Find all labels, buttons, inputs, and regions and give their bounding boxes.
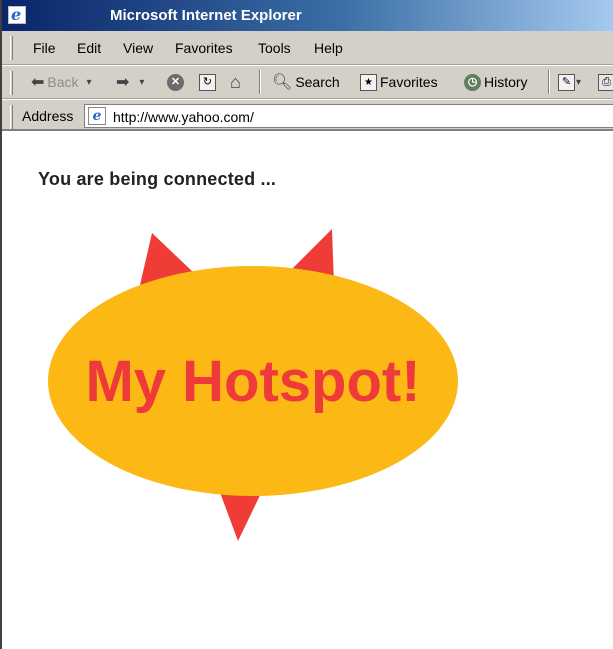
menu-edit[interactable]: Edit (77, 40, 101, 56)
back-label: Back (47, 74, 79, 90)
page-icon: e (88, 107, 106, 125)
menu-help[interactable]: Help (314, 40, 343, 56)
history-label: History (484, 74, 528, 90)
search-label: Search (295, 74, 340, 90)
address-url[interactable]: http://www.yahoo.com/ (113, 109, 254, 125)
print-icon: ⎙ (598, 73, 613, 91)
menu-tools[interactable]: Tools (258, 40, 291, 56)
forward-dropdown-icon[interactable]: ▾ (139, 74, 144, 91)
connecting-message: You are being connected ... (38, 169, 277, 189)
back-button[interactable]: ⬅ Back ▾ (31, 66, 92, 98)
title-bar: e Microsoft Internet Explorer (2, 0, 613, 31)
address-grip (10, 105, 13, 129)
back-arrow-icon: ⬅ (31, 73, 45, 91)
edit-dropdown-icon[interactable]: ▾ (576, 74, 581, 91)
back-dropdown-icon[interactable]: ▾ (87, 74, 92, 91)
print-button[interactable]: ⎙ (598, 66, 613, 98)
search-button[interactable]: 🔍︎ Search (272, 66, 340, 98)
history-icon: ◷ (464, 73, 481, 91)
address-input[interactable]: e http://www.yahoo.com/ (84, 104, 613, 128)
window-title: Microsoft Internet Explorer (110, 7, 302, 24)
hotspot-logo: My Hotspot! (48, 229, 458, 541)
edit-icon: ✎ (558, 73, 575, 91)
refresh-button[interactable]: ↻ (199, 66, 216, 98)
search-icon: 🔍︎ (272, 73, 293, 91)
toolbar-separator (548, 70, 550, 94)
stop-button[interactable]: ✕ (167, 66, 184, 98)
history-button[interactable]: ◷ History (464, 66, 528, 98)
menu-favorites[interactable]: Favorites (175, 40, 233, 56)
edit-button[interactable]: ✎ ▾ (558, 66, 581, 98)
stop-icon: ✕ (167, 73, 184, 91)
address-label: Address (22, 108, 74, 124)
browser-window: e Microsoft Internet Explorer File Edit … (0, 0, 613, 649)
menu-file[interactable]: File (33, 40, 56, 56)
refresh-icon: ↻ (199, 73, 216, 91)
forward-arrow-icon: ➡ (116, 73, 130, 91)
favorites-icon: ★ (360, 73, 377, 91)
ie-icon: e (8, 5, 26, 24)
favorites-label: Favorites (380, 74, 438, 90)
toolbar-separator (259, 70, 261, 94)
menu-bar: File Edit View Favorites Tools Help (2, 31, 613, 65)
favorites-button[interactable]: ★ Favorites (360, 66, 438, 98)
toolbar-grip (10, 71, 13, 95)
menu-view[interactable]: View (123, 40, 153, 56)
standard-toolbar: ⬅ Back ▾ ➡ ▾ ✕ ↻ ⌂ 🔍︎ Search ★ Favorites… (2, 65, 613, 99)
logo-text: My Hotspot! (85, 349, 420, 414)
menu-grip (10, 36, 13, 60)
address-bar: Address e http://www.yahoo.com/ (2, 99, 613, 131)
home-button[interactable]: ⌂ (230, 66, 241, 98)
home-icon: ⌂ (230, 71, 241, 92)
forward-button[interactable]: ➡ ▾ (116, 66, 144, 98)
page-content: You are being connected ... My Hotspot! (4, 133, 613, 649)
